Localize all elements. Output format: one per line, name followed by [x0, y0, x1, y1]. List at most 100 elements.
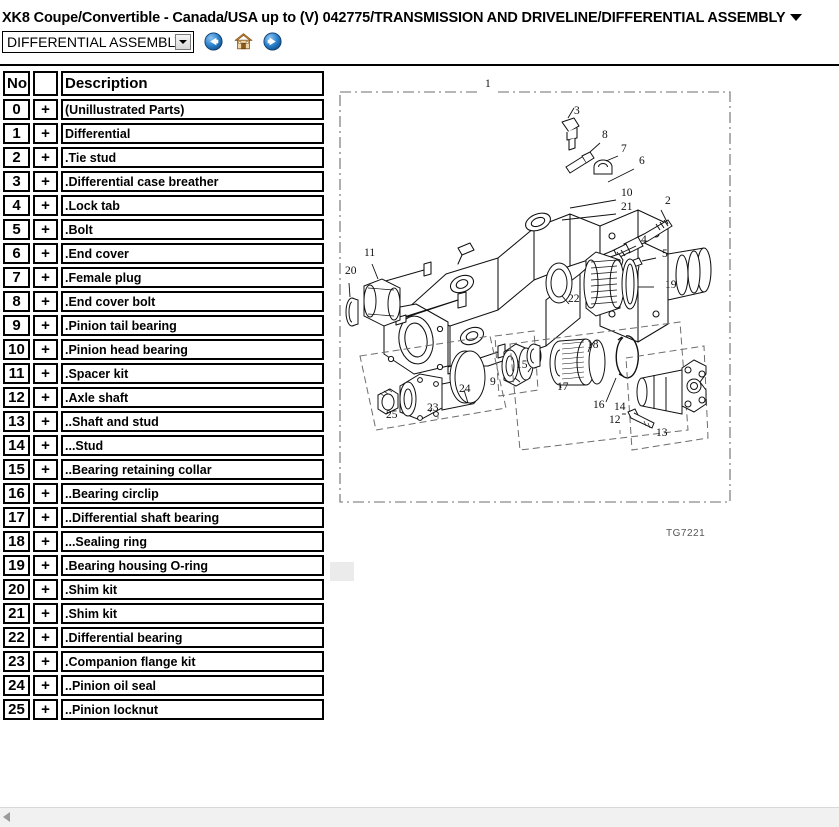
table-row[interactable]: 19+.Bearing housing O-ring — [3, 555, 324, 576]
table-row[interactable]: 15+..Bearing retaining collar — [3, 459, 324, 480]
table-row[interactable]: 13+..Shaft and stud — [3, 411, 324, 432]
expand-button[interactable]: + — [33, 147, 58, 168]
expand-button[interactable]: + — [33, 507, 58, 528]
table-row[interactable]: 5+.Bolt — [3, 219, 324, 240]
expand-button[interactable]: + — [33, 459, 58, 480]
expand-button[interactable]: + — [33, 219, 58, 240]
table-row[interactable]: 0+(Unillustrated Parts) — [3, 99, 324, 120]
breadcrumb[interactable]: XK8 Coupe/Convertible - Canada/USA up to… — [2, 8, 837, 28]
table-row[interactable]: 22+.Differential bearing — [3, 627, 324, 648]
callout-number: 8 — [602, 129, 608, 141]
triangle-left-icon[interactable] — [3, 812, 10, 822]
row-description[interactable]: ..Pinion oil seal — [61, 675, 324, 696]
expand-button[interactable]: + — [33, 483, 58, 504]
table-row[interactable]: 20+.Shim kit — [3, 579, 324, 600]
row-description[interactable]: ..Differential shaft bearing — [61, 507, 324, 528]
expand-button[interactable]: + — [33, 531, 58, 552]
expand-button[interactable]: + — [33, 579, 58, 600]
chevron-down-icon[interactable] — [175, 34, 191, 50]
expand-button[interactable]: + — [33, 435, 58, 456]
row-description[interactable]: .Tie stud — [61, 147, 324, 168]
row-description[interactable]: .End cover — [61, 243, 324, 264]
row-description[interactable]: .Bearing housing O-ring — [61, 555, 324, 576]
table-row[interactable]: 14+...Stud — [3, 435, 324, 456]
row-description[interactable]: .Axle shaft — [61, 387, 324, 408]
row-description[interactable]: .Shim kit — [61, 579, 324, 600]
table-row[interactable]: 23+.Companion flange kit — [3, 651, 324, 672]
back-button[interactable] — [204, 32, 223, 51]
row-description[interactable]: ...Stud — [61, 435, 324, 456]
table-row[interactable]: 6+.End cover — [3, 243, 324, 264]
table-row[interactable]: 11+.Spacer kit — [3, 363, 324, 384]
expand-button[interactable]: + — [33, 675, 58, 696]
table-row[interactable]: 25+..Pinion locknut — [3, 699, 324, 720]
expand-button[interactable]: + — [33, 603, 58, 624]
row-description[interactable]: ..Bearing circlip — [61, 483, 324, 504]
callout-number: 13 — [656, 427, 668, 439]
expand-button[interactable]: + — [33, 195, 58, 216]
row-description[interactable]: ...Sealing ring — [61, 531, 324, 552]
parts-vertical-scrollbar[interactable] — [326, 68, 338, 808]
expand-button[interactable]: + — [33, 699, 58, 720]
expand-button[interactable]: + — [33, 99, 58, 120]
assembly-select[interactable]: DIFFERENTIAL ASSEMBLY — [2, 31, 194, 53]
row-number: 6 — [3, 243, 30, 264]
table-row[interactable]: 18+...Sealing ring — [3, 531, 324, 552]
row-description[interactable]: .Lock tab — [61, 195, 324, 216]
scroll-track[interactable] — [16, 808, 822, 826]
row-description[interactable]: ..Shaft and stud — [61, 411, 324, 432]
row-description[interactable]: Differential — [61, 123, 324, 144]
table-row[interactable]: 7+.Female plug — [3, 267, 324, 288]
table-row[interactable]: 3+.Differential case breather — [3, 171, 324, 192]
table-row[interactable]: 17+..Differential shaft bearing — [3, 507, 324, 528]
expand-button[interactable]: + — [33, 555, 58, 576]
table-header-row: No Description — [3, 71, 324, 96]
parts-list-panel[interactable]: No Description 0+(Unillustrated Parts) 1+… — [0, 68, 330, 808]
row-description[interactable]: .Differential bearing — [61, 627, 324, 648]
row-description[interactable]: .Pinion tail bearing — [61, 315, 324, 336]
table-row[interactable]: 4+.Lock tab — [3, 195, 324, 216]
parts-table-body: 0+(Unillustrated Parts) 1+Differential 2+.… — [3, 99, 324, 720]
row-description[interactable]: ..Bearing retaining collar — [61, 459, 324, 480]
row-description[interactable]: (Unillustrated Parts) — [61, 99, 324, 120]
row-description[interactable]: .Pinion head bearing — [61, 339, 324, 360]
table-row[interactable]: 9+.Pinion tail bearing — [3, 315, 324, 336]
chevron-down-icon[interactable] — [790, 14, 802, 21]
row-description[interactable]: .End cover bolt — [61, 291, 324, 312]
table-row[interactable]: 12+.Axle shaft — [3, 387, 324, 408]
table-row[interactable]: 24+..Pinion oil seal — [3, 675, 324, 696]
table-row[interactable]: 1+Differential — [3, 123, 324, 144]
illustration-panel[interactable]: 1387610212451922112092423251518171614121… — [338, 78, 833, 548]
forward-button[interactable] — [263, 32, 282, 51]
expand-button[interactable]: + — [33, 243, 58, 264]
table-row[interactable]: 16+..Bearing circlip — [3, 483, 324, 504]
expand-button[interactable]: + — [33, 387, 58, 408]
row-description[interactable]: .Spacer kit — [61, 363, 324, 384]
row-description[interactable]: .Female plug — [61, 267, 324, 288]
row-description[interactable]: ..Pinion locknut — [61, 699, 324, 720]
expand-button[interactable]: + — [33, 171, 58, 192]
parts-scroll-thumb[interactable] — [330, 562, 354, 581]
horizontal-scrollbar[interactable] — [0, 807, 839, 827]
expand-button[interactable]: + — [33, 267, 58, 288]
table-row[interactable]: 2+.Tie stud — [3, 147, 324, 168]
row-description[interactable]: .Companion flange kit — [61, 651, 324, 672]
expand-button[interactable]: + — [33, 291, 58, 312]
expand-button[interactable]: + — [33, 651, 58, 672]
row-description[interactable]: .Bolt — [61, 219, 324, 240]
expand-button[interactable]: + — [33, 363, 58, 384]
expand-button[interactable]: + — [33, 411, 58, 432]
table-row[interactable]: 10+.Pinion head bearing — [3, 339, 324, 360]
home-button[interactable] — [234, 32, 253, 51]
header-bar: XK8 Coupe/Convertible - Canada/USA up to… — [0, 0, 839, 66]
row-description[interactable]: .Shim kit — [61, 603, 324, 624]
expand-button[interactable]: + — [33, 627, 58, 648]
table-row[interactable]: 8+.End cover bolt — [3, 291, 324, 312]
callout-number: 24 — [459, 383, 471, 395]
expand-button[interactable]: + — [33, 123, 58, 144]
expand-button[interactable]: + — [33, 315, 58, 336]
expand-button[interactable]: + — [33, 339, 58, 360]
table-row[interactable]: 21+.Shim kit — [3, 603, 324, 624]
row-number: 12 — [3, 387, 30, 408]
row-description[interactable]: .Differential case breather — [61, 171, 324, 192]
